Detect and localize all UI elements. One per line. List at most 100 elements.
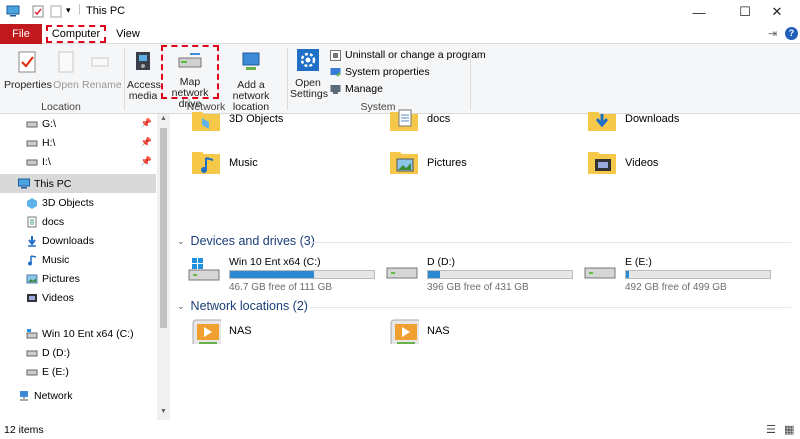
minimize-button[interactable]: — bbox=[676, 0, 722, 24]
qat-divider: | bbox=[78, 3, 81, 15]
section-divider bbox=[311, 242, 791, 243]
system-properties-button[interactable]: System properties bbox=[330, 66, 430, 78]
folder-videos[interactable]: Videos bbox=[587, 150, 658, 176]
access-media-icon bbox=[136, 52, 150, 70]
nav-item-label: G:\ bbox=[42, 117, 57, 130]
nav-item-videos[interactable]: Videos bbox=[0, 288, 156, 307]
folder-music[interactable]: Music bbox=[191, 150, 258, 176]
network-location-label: NAS bbox=[427, 325, 450, 337]
devices-section-header[interactable]: ⌄ Devices and drives (3) bbox=[177, 234, 315, 248]
pin-icon[interactable]: 📌 bbox=[141, 137, 152, 148]
system-properties-label: System properties bbox=[345, 66, 430, 78]
tab-file[interactable]: File bbox=[0, 24, 42, 44]
nav-item-label: Videos bbox=[42, 291, 74, 304]
tab-computer[interactable]: Computer bbox=[46, 25, 106, 43]
pin-icon[interactable]: 📌 bbox=[141, 118, 152, 129]
nas-media-icon bbox=[390, 319, 419, 344]
open-settings-button[interactable]: Open Settings bbox=[290, 48, 328, 100]
ribbon-divider bbox=[470, 48, 471, 110]
folder-downloads-icon bbox=[588, 112, 616, 131]
help-icon[interactable]: ? bbox=[785, 27, 798, 40]
nav-item-network[interactable]: Network bbox=[0, 386, 156, 405]
network-location-nas-1[interactable]: NAS bbox=[191, 318, 252, 344]
pictures-icon bbox=[26, 274, 38, 283]
access-media-label: Access media bbox=[127, 79, 161, 102]
folder-label: Pictures bbox=[427, 157, 467, 169]
open-button[interactable]: Open bbox=[52, 50, 80, 91]
collapse-chevron-icon[interactable]: ⌄ bbox=[177, 236, 185, 247]
drive-usage-fill bbox=[428, 271, 440, 278]
nav-item-pictures[interactable]: Pictures bbox=[0, 269, 156, 288]
nav-scrollbar[interactable]: ▲ ▼ bbox=[157, 114, 170, 420]
close-button[interactable]: ✕ bbox=[754, 0, 800, 24]
map-network-drive-button[interactable]: Map network drive bbox=[161, 45, 219, 110]
drive-usage-bar bbox=[625, 270, 771, 279]
nav-item-label: Pictures bbox=[42, 272, 80, 285]
nav-item-drive-c[interactable]: Win 10 Ent x64 (C:) bbox=[0, 324, 156, 343]
details-view-icon[interactable]: ☰ bbox=[766, 423, 776, 436]
folder-downloads[interactable]: Downloads bbox=[587, 106, 679, 132]
nav-item-docs[interactable]: docs bbox=[0, 212, 156, 231]
pin-icon[interactable]: 📌 bbox=[141, 156, 152, 167]
drive-usage-bar bbox=[229, 270, 375, 279]
folder-pictures-icon bbox=[390, 152, 418, 174]
drive-d[interactable]: D (D:) 396 GB free of 431 GB bbox=[385, 256, 573, 293]
folder-docs-icon bbox=[390, 109, 418, 131]
uninstall-label: Uninstall or change a program bbox=[345, 49, 486, 61]
drive-c[interactable]: Win 10 Ent x64 (C:) 46.7 GB free of 111 … bbox=[187, 256, 375, 293]
scrollbar-thumb[interactable] bbox=[160, 128, 167, 328]
scroll-down-icon[interactable]: ▼ bbox=[160, 408, 167, 415]
uninstall-button[interactable]: Uninstall or change a program bbox=[330, 49, 486, 61]
folder-3d-objects[interactable]: 3D Objects bbox=[191, 106, 283, 132]
uninstall-icon bbox=[330, 49, 341, 61]
nas-media-icon bbox=[192, 319, 221, 344]
nav-item-drive-d[interactable]: D (D:) bbox=[0, 343, 156, 362]
nav-item-label: Win 10 Ent x64 (C:) bbox=[42, 327, 134, 340]
maximize-icon: ☐ bbox=[739, 4, 751, 19]
rename-button[interactable]: Rename bbox=[82, 50, 122, 91]
nav-item-i[interactable]: I:\ 📌 bbox=[0, 152, 156, 171]
qat-dropdown-icon[interactable]: ▾ bbox=[66, 5, 71, 16]
folder-label: 3D Objects bbox=[229, 113, 284, 125]
large-icons-view-icon[interactable]: ▦ bbox=[784, 423, 794, 436]
document-icon bbox=[27, 216, 37, 227]
nav-item-label: I:\ bbox=[42, 155, 51, 168]
nav-item-h[interactable]: H:\ 📌 bbox=[0, 133, 156, 152]
collapse-chevron-icon[interactable]: ⌄ bbox=[177, 301, 185, 312]
pin-ribbon-icon[interactable]: ⇥ bbox=[768, 27, 777, 40]
drive-icon bbox=[386, 267, 418, 279]
folder-label: docs bbox=[427, 113, 451, 125]
properties-qat-icon[interactable] bbox=[32, 5, 44, 18]
rename-icon bbox=[91, 57, 109, 67]
tab-view[interactable]: View bbox=[112, 24, 144, 44]
properties-button[interactable]: Properties bbox=[4, 50, 52, 91]
drive-free-space: 492 GB free of 499 GB bbox=[625, 282, 727, 293]
folder-pictures[interactable]: Pictures bbox=[389, 150, 467, 176]
network-icon bbox=[20, 390, 28, 400]
section-divider bbox=[309, 307, 791, 308]
access-media-button[interactable]: Access media bbox=[127, 50, 161, 102]
drive-e[interactable]: E (E:) 492 GB free of 499 GB bbox=[583, 256, 771, 293]
nav-item-label: D (D:) bbox=[42, 346, 70, 359]
folder-docs[interactable]: docs bbox=[389, 106, 450, 132]
folder-videos-icon bbox=[588, 152, 616, 174]
network-locations-section-header[interactable]: ⌄ Network locations (2) bbox=[177, 299, 308, 313]
minimize-icon: — bbox=[692, 4, 706, 20]
drive-name: E (E:) bbox=[625, 256, 652, 268]
nav-item-this-pc[interactable]: This PC bbox=[0, 174, 156, 193]
network-location-nas-2[interactable]: NAS bbox=[389, 318, 450, 344]
status-bar: 12 items ☰ ▦ bbox=[0, 420, 800, 439]
nav-item-downloads[interactable]: Downloads bbox=[0, 231, 156, 250]
scroll-up-icon[interactable]: ▲ bbox=[160, 115, 167, 122]
ribbon: Properties Open Rename Location Access m… bbox=[0, 44, 800, 114]
nav-item-3d-objects[interactable]: 3D Objects bbox=[0, 193, 156, 212]
new-folder-qat-icon[interactable] bbox=[50, 5, 62, 18]
manage-button[interactable]: Manage bbox=[330, 83, 383, 95]
network-locations-section-label: Network locations (2) bbox=[190, 299, 308, 313]
nav-item-g[interactable]: G:\ 📌 bbox=[0, 114, 156, 133]
open-label: Open bbox=[53, 79, 79, 91]
nav-item-label: E (E:) bbox=[42, 365, 69, 378]
nav-item-drive-e[interactable]: E (E:) bbox=[0, 362, 156, 381]
nav-item-music[interactable]: Music bbox=[0, 250, 156, 269]
properties-label: Properties bbox=[4, 79, 52, 91]
